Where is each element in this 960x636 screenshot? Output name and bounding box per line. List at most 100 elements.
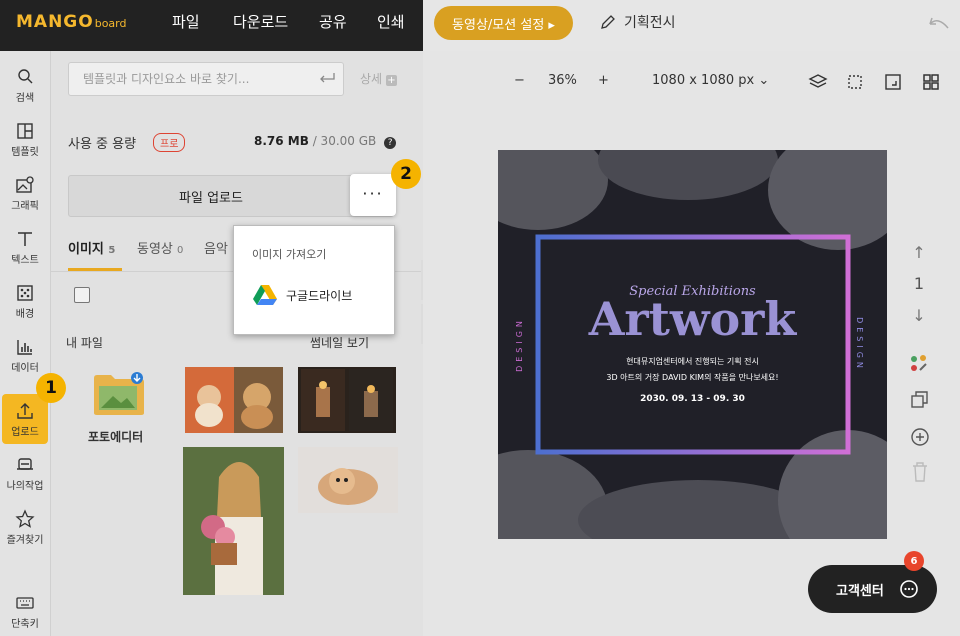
file-upload-button[interactable]: 파일 업로드 [68, 175, 394, 217]
tab-videos[interactable]: 동영상 0 [137, 238, 183, 257]
thumb-image [298, 447, 398, 513]
image-thumb-candles[interactable] [298, 367, 396, 433]
detail-label: 상세 [360, 72, 383, 86]
artwork-title: Artwork [588, 292, 797, 346]
rail-template[interactable]: 템플릿 [0, 114, 50, 164]
trash-icon[interactable] [910, 461, 930, 483]
document-title[interactable]: 기획전시 [600, 12, 676, 32]
tab-label: 동영상 [137, 242, 173, 257]
step-2-badge: 2 [391, 159, 421, 189]
usage-value: 8.76 MB / 30.00 GB ? [254, 134, 397, 149]
color-picker-icon[interactable] [908, 353, 930, 375]
graphic-icon [16, 175, 34, 193]
google-drive-label: 구글드라이브 [286, 288, 353, 303]
usage-label: 사용 중 용량 [68, 137, 137, 152]
image-thumb-dogs[interactable] [185, 367, 283, 433]
rail-label: 텍스트 [11, 254, 39, 266]
photo-editor-label: 포토에디터 [88, 430, 144, 444]
google-drive-icon [253, 285, 277, 305]
image-thumb-woman-flowers[interactable] [183, 447, 284, 595]
logo[interactable]: MANGO board [16, 12, 126, 34]
rail-text[interactable]: 텍스트 [0, 222, 50, 272]
menu-file[interactable]: 파일 [172, 0, 200, 44]
plus-box-icon: + [385, 75, 397, 86]
rail-label: 나의작업 [6, 480, 44, 492]
keyboard-icon [16, 596, 34, 609]
rail-favorites[interactable]: 즐겨찾기 [0, 502, 50, 552]
artwork-side-left: DESIGN [514, 317, 524, 372]
search-icon [18, 68, 33, 83]
pro-badge: 프로 [153, 133, 186, 152]
pencil-icon [601, 15, 615, 29]
tab-count: 0 [177, 245, 184, 256]
design-canvas[interactable]: Special Exhibitions Artwork 현대뮤지엄센터에서 진행… [498, 150, 887, 539]
rail-background[interactable]: 배경 [0, 276, 50, 326]
rail-label: 업로드 [11, 426, 39, 438]
artwork-side-right: DESIGN [854, 317, 864, 372]
customer-service-label: 고객센터 [836, 583, 884, 599]
zoom-value[interactable]: 36% [548, 73, 577, 88]
undo-icon[interactable] [928, 14, 950, 34]
rail-search[interactable]: 검색 [0, 60, 50, 110]
tab-images[interactable]: 이미지 5 [68, 238, 115, 257]
page-number: 1 [913, 274, 925, 293]
tab-label: 이미지 [68, 242, 104, 257]
artwork-date: 2030. 09. 13 - 09. 30 [640, 394, 745, 404]
star-icon [15, 508, 35, 528]
import-image-dropdown: 이미지 가져오기 구글드라이브 [233, 225, 395, 335]
logo-text: MANGO [16, 12, 94, 32]
more-options-button[interactable]: ··· [350, 174, 396, 216]
rail-my-work[interactable]: 나의작업 [0, 448, 50, 498]
my-work-icon [17, 457, 33, 470]
rail-label: 즐겨찾기 [6, 534, 44, 546]
detail-search-button[interactable]: 상세 + [360, 70, 397, 87]
thumbnail-view-toggle[interactable]: 썸네일 보기 [310, 334, 369, 351]
duplicate-icon[interactable] [910, 390, 930, 410]
thumb-image [183, 447, 284, 595]
rail-data[interactable]: 데이터 [0, 330, 50, 380]
text-icon [18, 231, 32, 246]
template-icon [17, 122, 33, 139]
active-tab-indicator [68, 268, 122, 271]
zoom-in-button[interactable]: + [598, 73, 609, 88]
canvas-size-text: 1080 x 1080 px [652, 73, 755, 88]
motion-settings-button[interactable]: 동영상/모션 설정 ▸ [434, 6, 573, 40]
chevron-down-icon: ⌄ [758, 73, 770, 88]
select-all-checkbox[interactable] [74, 287, 90, 303]
my-files-title: 내 파일 [66, 336, 103, 350]
step-1-badge: 1 [36, 373, 66, 403]
menu-share[interactable]: 공유 [319, 0, 347, 44]
tab-music[interactable]: 음악 [204, 238, 228, 257]
rail-label: 배경 [15, 308, 35, 320]
photo-editor-folder-icon[interactable] [93, 372, 145, 416]
rail-upload[interactable]: 업로드 [2, 394, 48, 444]
page-up-button[interactable]: ↑ [906, 243, 932, 262]
resize-icon[interactable] [884, 73, 902, 91]
image-thumb-puppy[interactable] [298, 447, 398, 513]
add-page-icon[interactable] [909, 426, 931, 448]
background-icon [17, 284, 33, 301]
document-title-text: 기획전시 [624, 15, 676, 31]
artwork-line1: 현대뮤지엄센터에서 진행되는 기획 전시 [626, 357, 759, 366]
chat-icon [900, 580, 918, 598]
customer-service-button[interactable]: 고객센터 [808, 565, 937, 613]
select-area-icon[interactable] [846, 73, 864, 91]
help-icon[interactable]: ? [384, 137, 397, 149]
rail-graphic[interactable]: 그래픽 [0, 168, 50, 218]
enter-icon[interactable] [318, 71, 336, 85]
rail-shortcuts[interactable]: 단축키 [0, 586, 50, 636]
rail-label: 검색 [15, 92, 35, 104]
search-placeholder: 템플릿과 디자인요소 바로 찾기... [83, 72, 250, 86]
dropdown-title: 이미지 가져오기 [252, 248, 327, 261]
grid-view-icon[interactable] [922, 73, 940, 91]
notification-badge: 6 [904, 551, 924, 571]
menu-download[interactable]: 다운로드 [233, 0, 288, 44]
canvas-size-select[interactable]: 1080 x 1080 px ⌄ [652, 73, 769, 88]
menu-print[interactable]: 인쇄 [377, 0, 405, 44]
zoom-out-button[interactable]: − [514, 73, 525, 88]
google-drive-option[interactable]: 구글드라이브 [252, 284, 352, 306]
logo-sub-text: board [94, 17, 127, 30]
layers-icon[interactable] [808, 73, 828, 91]
page-down-button[interactable]: ↓ [906, 306, 932, 325]
thumb-image [185, 367, 283, 433]
